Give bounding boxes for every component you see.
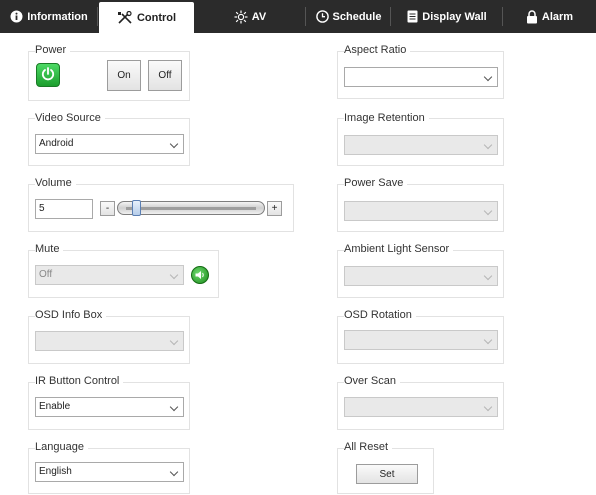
- tab-label: AV: [251, 10, 267, 23]
- video-source-value: Android: [39, 138, 74, 149]
- volume-value-field[interactable]: 5: [35, 199, 93, 219]
- osd-info-box-select[interactable]: [35, 331, 184, 351]
- ambient-light-sensor-label: Ambient Light Sensor: [344, 243, 454, 256]
- mute-select[interactable]: Off: [35, 265, 184, 285]
- power-label: Power: [35, 44, 71, 57]
- tab-label: Information: [27, 10, 88, 23]
- chevron-down-icon: [483, 271, 493, 281]
- chevron-down-icon: [483, 402, 493, 412]
- volume-slider-thumb[interactable]: [132, 200, 142, 216]
- document-icon: [407, 10, 418, 23]
- tab-bar: Information Control AV Schedule Display …: [0, 0, 596, 33]
- ir-button-control-label: IR Button Control: [35, 375, 124, 388]
- over-scan-select[interactable]: [344, 397, 498, 417]
- chevron-down-icon: [169, 270, 179, 280]
- aspect-ratio-select[interactable]: [344, 67, 498, 87]
- chevron-down-icon: [483, 140, 493, 150]
- tab-alarm[interactable]: Alarm: [503, 0, 596, 33]
- tab-label: Display Wall: [422, 10, 487, 23]
- tab-label: Alarm: [541, 10, 574, 23]
- ir-button-control-value: Enable: [39, 401, 71, 412]
- language-label: Language: [35, 441, 88, 454]
- volume-label: Volume: [35, 177, 76, 190]
- tab-display-wall[interactable]: Display Wall: [391, 0, 503, 33]
- tab-control[interactable]: Control: [99, 2, 194, 33]
- osd-rotation-label: OSD Rotation: [344, 309, 416, 322]
- chevron-down-icon: [169, 467, 179, 477]
- speaker-icon[interactable]: [191, 266, 209, 284]
- tab-information[interactable]: Information: [0, 0, 98, 33]
- all-reset-set-button[interactable]: Set: [356, 464, 418, 484]
- language-value: English: [39, 466, 72, 477]
- all-reset-label: All Reset: [344, 441, 393, 454]
- lock-icon: [526, 9, 538, 24]
- volume-decrease-button[interactable]: -: [100, 201, 115, 216]
- brightness-icon: [234, 10, 248, 24]
- chevron-down-icon: [169, 336, 179, 346]
- info-icon: [10, 10, 23, 23]
- power-save-label: Power Save: [344, 177, 408, 190]
- clock-icon: [315, 10, 329, 23]
- chevron-down-icon: [483, 72, 493, 82]
- ir-button-control-select[interactable]: Enable: [35, 397, 184, 417]
- video-source-select[interactable]: Android: [35, 134, 184, 154]
- chevron-down-icon: [169, 402, 179, 412]
- tab-schedule[interactable]: Schedule: [306, 0, 391, 33]
- aspect-ratio-label: Aspect Ratio: [344, 44, 411, 57]
- volume-slider-groove: [126, 207, 256, 210]
- tab-av[interactable]: AV: [194, 0, 306, 33]
- mute-value: Off: [39, 269, 53, 280]
- ambient-light-sensor-select[interactable]: [344, 266, 498, 286]
- chevron-down-icon: [169, 139, 179, 149]
- image-retention-select[interactable]: [344, 135, 498, 155]
- chevron-down-icon: [483, 206, 493, 216]
- image-retention-label: Image Retention: [344, 112, 429, 125]
- tab-label: Schedule: [332, 10, 382, 23]
- power-save-select[interactable]: [344, 201, 498, 221]
- mute-label: Mute: [35, 243, 64, 256]
- chevron-down-icon: [483, 335, 493, 345]
- power-on-button[interactable]: On: [107, 60, 141, 91]
- tools-icon: [117, 10, 133, 25]
- osd-rotation-select[interactable]: [344, 330, 498, 350]
- power-off-button[interactable]: Off: [148, 60, 182, 91]
- tab-separator: [97, 7, 98, 26]
- video-source-label: Video Source: [35, 112, 105, 125]
- volume-slider[interactable]: [117, 200, 265, 216]
- over-scan-label: Over Scan: [344, 375, 400, 388]
- power-icon: [40, 66, 56, 85]
- volume-increase-button[interactable]: +: [267, 201, 282, 216]
- power-toggle-button[interactable]: [36, 63, 60, 87]
- tab-label: Control: [136, 11, 177, 24]
- osd-info-box-label: OSD Info Box: [35, 309, 107, 322]
- language-select[interactable]: English: [35, 462, 184, 482]
